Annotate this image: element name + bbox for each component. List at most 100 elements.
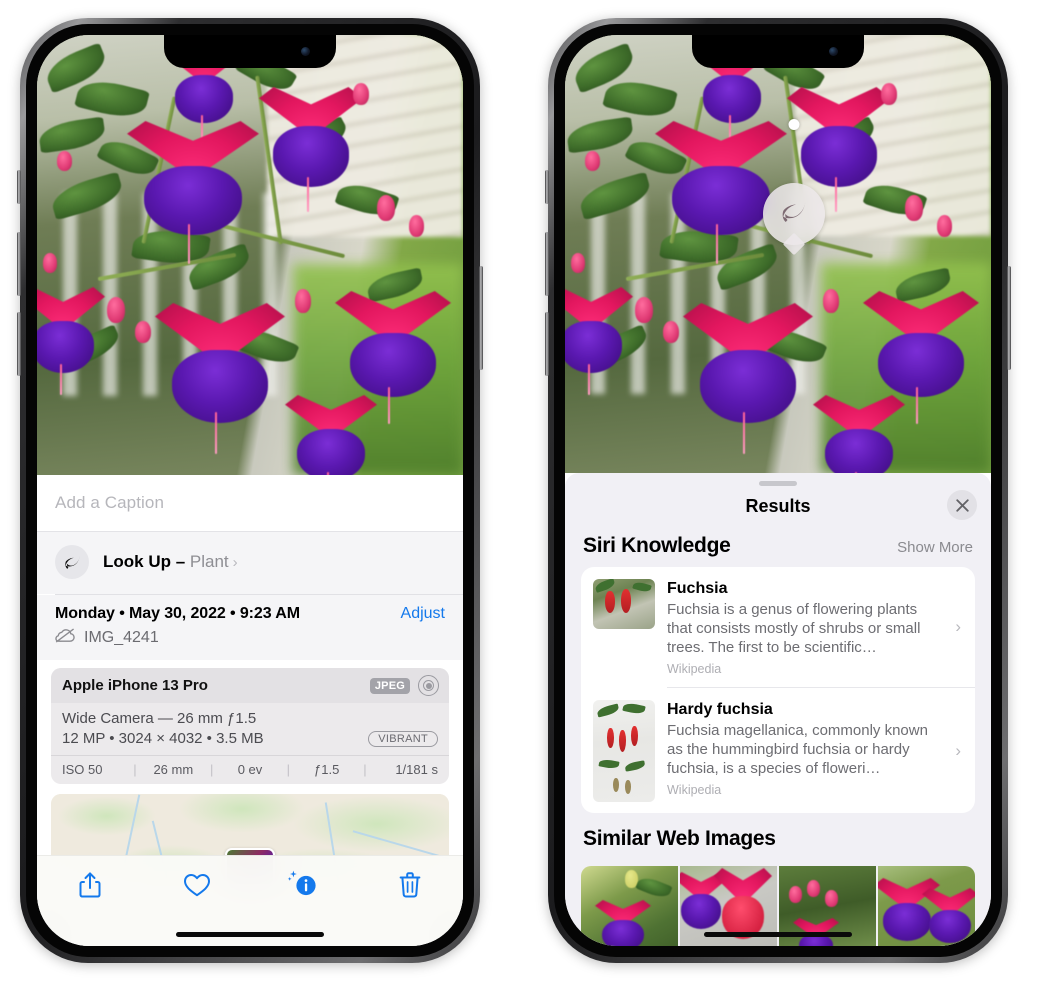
photo-bud [409, 215, 424, 237]
device-bezel-left: Add a Caption ✦ ✦ Look Up – Plant › [26, 24, 474, 957]
volume-down-button[interactable] [17, 312, 21, 376]
adjust-button[interactable]: Adjust [401, 605, 445, 623]
web-image-1[interactable] [581, 866, 678, 946]
device-notch-right [692, 35, 864, 68]
camera-info-card[interactable]: Apple iPhone 13 Pro JPEG Wide Camera — 2… [51, 668, 449, 784]
photo-bud [57, 151, 72, 171]
device-notch-left [164, 35, 336, 68]
photo-fuchsia-bloom [37, 287, 105, 395]
photo-bud [881, 83, 897, 105]
info-button[interactable] [283, 868, 323, 902]
format-badge: JPEG [369, 677, 410, 694]
iphone-left-device: Add a Caption ✦ ✦ Look Up – Plant › [17, 18, 483, 963]
show-more-button[interactable]: Show More [897, 539, 973, 556]
siri-knowledge-header: Siri Knowledge Show More [565, 526, 991, 567]
photo-bud [353, 83, 369, 105]
photo-fuchsia-bloom [813, 395, 905, 473]
caption-field-row[interactable]: Add a Caption [37, 475, 463, 531]
volume-up-button[interactable] [17, 232, 21, 296]
photo-fuchsia-bloom [335, 291, 451, 425]
home-indicator[interactable] [176, 932, 324, 937]
look-up-subject: Plant [189, 552, 229, 571]
result-source: Wikipedia [667, 662, 722, 676]
photo-filename: IMG_4241 [84, 629, 159, 646]
result-title: Fuchsia [667, 580, 728, 597]
exif-iso: ISO 50 [62, 762, 103, 777]
camera-card-body: Wide Camera — 26 mm ƒ1.5 12 MP • 3024 × … [51, 703, 449, 755]
result-title: Hardy fuchsia [667, 701, 773, 718]
front-camera [301, 47, 310, 56]
results-sheet: Results Siri Knowledge Show More Fuchsia… [565, 473, 991, 946]
exif-row: ISO 50 | 26 mm | 0 ev | ƒ1.5 | 1/181 s [51, 755, 449, 784]
photo-bud [43, 253, 57, 273]
exif-shutter-speed: 1/181 s [395, 762, 438, 777]
photo-fuchsia-bloom [127, 121, 259, 265]
exif-aperture: ƒ1.5 [314, 762, 340, 777]
result-thumbnail [593, 700, 655, 802]
silent-switch[interactable] [17, 170, 21, 204]
share-button[interactable] [70, 868, 110, 902]
chevron-right-icon: › [955, 740, 961, 760]
photo-bud [571, 253, 585, 273]
camera-specs: 12 MP • 3024 × 4032 • 3.5 MB [62, 730, 264, 747]
home-indicator[interactable] [704, 932, 852, 937]
photo-bud [135, 321, 151, 343]
silent-switch[interactable] [545, 170, 549, 204]
photo-fuchsia-bloom [863, 291, 979, 425]
photo-bud [905, 195, 923, 221]
device-bezel-right: Results Siri Knowledge Show More Fuchsia… [554, 24, 1002, 957]
results-header: Results [565, 486, 991, 526]
exif-exposure-value: 0 ev [237, 762, 263, 777]
chevron-right-icon: › [232, 553, 238, 571]
close-icon[interactable] [947, 490, 977, 520]
photo-bud [635, 297, 653, 323]
photo-fuchsia-bloom [683, 303, 813, 455]
look-up-label: Look Up – Plant [103, 552, 229, 571]
photographic-style-badge: VIBRANT [368, 730, 438, 747]
chevron-right-icon: › [955, 617, 961, 636]
photo-viewer-left[interactable] [37, 35, 463, 475]
photo-bud [823, 289, 839, 313]
power-button[interactable] [1007, 266, 1011, 370]
exif-divider: | [133, 762, 137, 777]
screenshot-stage: Add a Caption ✦ ✦ Look Up – Plant › [0, 0, 1055, 985]
results-title: Results [745, 495, 811, 516]
similar-web-images-header: Similar Web Images [565, 813, 991, 860]
photo-bud [663, 321, 679, 343]
knowledge-result-row[interactable]: Fuchsia Fuchsia is a genus of flowering … [581, 567, 975, 687]
exif-divider: | [286, 762, 291, 777]
volume-up-button[interactable] [545, 232, 549, 296]
camera-model: Apple iPhone 13 Pro [62, 677, 208, 694]
photo-fuchsia-bloom [565, 287, 633, 395]
exif-divider: | [363, 762, 367, 777]
screen-right: Results Siri Knowledge Show More Fuchsia… [565, 35, 991, 946]
photo-bud [585, 151, 600, 171]
result-description: Fuchsia is a genus of flowering plants t… [667, 601, 921, 656]
web-image-4[interactable] [878, 866, 975, 946]
front-camera [829, 47, 838, 56]
photo-fuchsia-bloom [259, 87, 363, 213]
power-button[interactable] [479, 266, 483, 370]
photo-info-sheet: Add a Caption ✦ ✦ Look Up – Plant › [37, 475, 463, 946]
result-description: Fuchsia magellanica, commonly known as t… [667, 722, 928, 777]
photo-fuchsia-bloom [155, 303, 285, 455]
visual-lookup-badge[interactable] [763, 183, 825, 245]
result-thumbnail [593, 579, 655, 629]
volume-down-button[interactable] [545, 312, 549, 376]
photo-fuchsia-bloom [285, 395, 377, 475]
delete-button[interactable] [390, 868, 430, 902]
result-source: Wikipedia [667, 783, 722, 797]
metadata-block: Monday • May 30, 2022 • 9:23 AM Adjust I… [37, 595, 463, 660]
aperture-icon [418, 675, 439, 696]
look-up-row[interactable]: ✦ ✦ Look Up – Plant › [37, 523, 463, 594]
exif-divider: | [209, 762, 214, 777]
photo-bud [107, 297, 125, 323]
knowledge-result-row[interactable]: Hardy fuchsia Fuchsia magellanica, commo… [581, 688, 975, 813]
photo-viewer-right[interactable] [565, 35, 991, 473]
similar-web-images-title: Similar Web Images [583, 827, 776, 850]
photo-bud [377, 195, 395, 221]
siri-knowledge-title: Siri Knowledge [583, 534, 731, 557]
leaf-icon [55, 545, 89, 579]
favorite-button[interactable] [177, 868, 217, 902]
caption-placeholder: Add a Caption [55, 493, 165, 512]
